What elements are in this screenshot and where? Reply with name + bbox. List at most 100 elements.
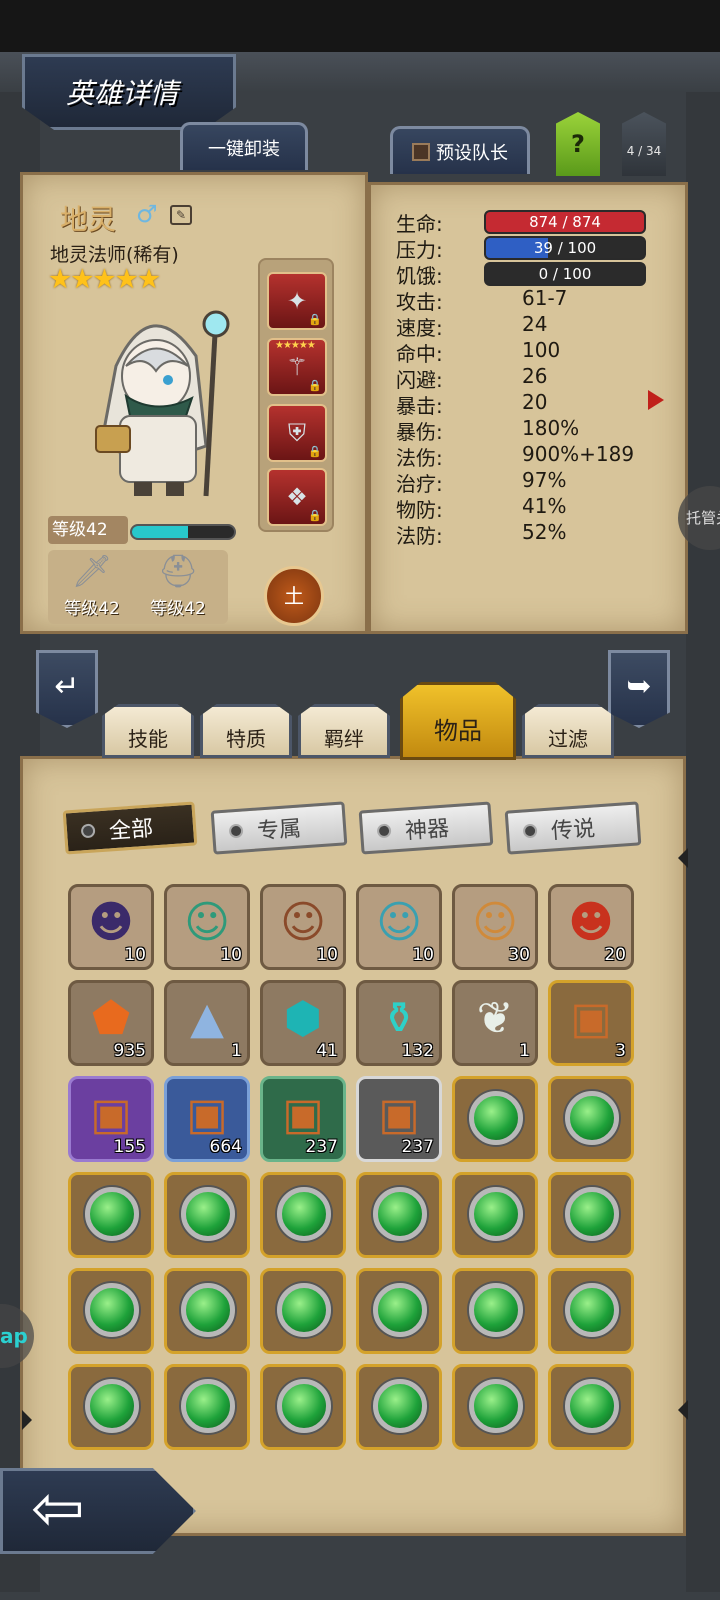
preset-leader-checkbox[interactable] bbox=[412, 142, 430, 161]
item-icon: ⬢ bbox=[283, 993, 323, 1044]
chest-icon: ▣ bbox=[186, 1089, 228, 1140]
inventory-item[interactable]: ⬢ 41 bbox=[260, 980, 346, 1066]
hero-count-button[interactable]: 4 / 34 bbox=[622, 112, 666, 176]
inventory-item[interactable]: ▣ 237 bbox=[260, 1076, 346, 1162]
weapon-gear[interactable]: 🗡 等级42 bbox=[52, 552, 132, 619]
inventory-item[interactable] bbox=[548, 1172, 634, 1258]
hero-portrait-icon: ☻ bbox=[568, 897, 614, 948]
inventory-item[interactable]: ☻ 20 bbox=[548, 884, 634, 970]
inventory-item[interactable] bbox=[260, 1268, 346, 1354]
tab-bonds[interactable]: 羁绊 bbox=[298, 704, 390, 758]
subtab-dot-icon bbox=[522, 823, 538, 839]
inventory-item[interactable]: ☻ 10 bbox=[68, 884, 154, 970]
hero-portrait-icon: ☺ bbox=[280, 897, 326, 948]
subtab-exclusive[interactable]: 专属 bbox=[210, 801, 348, 855]
inventory-item[interactable]: ☺ 10 bbox=[356, 884, 442, 970]
prev-hero-button[interactable]: ↵ bbox=[36, 650, 98, 728]
inventory-item[interactable]: ☺ 10 bbox=[164, 884, 250, 970]
green-gem-icon bbox=[181, 1283, 235, 1337]
inventory-item[interactable] bbox=[356, 1172, 442, 1258]
item-icon: ⚱ bbox=[380, 993, 418, 1044]
inventory-item[interactable]: ▣ 237 bbox=[356, 1076, 442, 1162]
tab-skills[interactable]: 技能 bbox=[102, 704, 194, 758]
tab-traits[interactable]: 特质 bbox=[200, 704, 292, 758]
inventory-item[interactable] bbox=[356, 1364, 442, 1450]
subtab-all[interactable]: 全部 bbox=[62, 801, 198, 855]
green-gem-icon bbox=[565, 1187, 619, 1241]
inventory-item[interactable]: ▣ 155 bbox=[68, 1076, 154, 1162]
help-button[interactable]: ? bbox=[556, 112, 600, 176]
equipment-slots: ✦ 🔒 ★★★★★ ⚚ 🔒 ⛨ 🔒 ❖ 🔒 bbox=[258, 258, 334, 532]
inventory-item[interactable]: ⚱ 132 bbox=[356, 980, 442, 1066]
stat-row: 攻击: 61-7 bbox=[396, 286, 656, 314]
stat-label: 生命: bbox=[396, 212, 443, 236]
equip-slot-1[interactable]: ✦ 🔒 bbox=[267, 272, 327, 330]
tab-items[interactable]: 物品 bbox=[400, 682, 516, 760]
inventory-item[interactable]: ☺ 30 bbox=[452, 884, 538, 970]
page-title: 英雄详情 bbox=[66, 77, 179, 110]
equip-slot-3[interactable]: ⛨ 🔒 bbox=[267, 404, 327, 462]
inventory-item[interactable] bbox=[548, 1268, 634, 1354]
chest-icon: ▣ bbox=[90, 1089, 132, 1140]
green-gem-icon bbox=[373, 1283, 427, 1337]
next-hero-button[interactable]: ➥ bbox=[608, 650, 670, 728]
stat-expand-arrow-icon[interactable] bbox=[648, 390, 664, 410]
inventory-item[interactable] bbox=[164, 1172, 250, 1258]
stat-row: 速度: 24 bbox=[396, 312, 656, 340]
inventory-item[interactable]: ▣ 3 bbox=[548, 980, 634, 1066]
subtab-legend[interactable]: 传说 bbox=[504, 801, 642, 855]
inventory-item[interactable] bbox=[548, 1364, 634, 1450]
inventory-item[interactable] bbox=[452, 1172, 538, 1258]
subtab-artifact[interactable]: 神器 bbox=[358, 801, 494, 855]
stat-hunger: 饥饿: 0 / 100 bbox=[396, 260, 656, 288]
green-gem-icon bbox=[565, 1283, 619, 1337]
equip-slot-4[interactable]: ❖ 🔒 bbox=[267, 468, 327, 526]
inventory-item[interactable] bbox=[260, 1364, 346, 1450]
element-badge[interactable]: 土 bbox=[264, 566, 324, 626]
inventory-item[interactable] bbox=[452, 1268, 538, 1354]
edit-name-icon[interactable]: ✎ bbox=[170, 205, 192, 225]
inventory-item[interactable] bbox=[68, 1364, 154, 1450]
inventory-item[interactable]: ❦ 1 bbox=[452, 980, 538, 1066]
unequip-all-button[interactable]: 一键卸装 bbox=[180, 122, 308, 170]
stat-label: 暴击: bbox=[396, 394, 443, 418]
item-quantity: 10 bbox=[316, 945, 338, 965]
inventory-item[interactable] bbox=[68, 1172, 154, 1258]
item-quantity: 237 bbox=[305, 1137, 338, 1157]
inventory-item[interactable] bbox=[164, 1364, 250, 1450]
armor-gear[interactable]: ⛑ 等级42 bbox=[138, 552, 218, 619]
inventory-item[interactable] bbox=[356, 1268, 442, 1354]
subtab-exclusive-label: 专属 bbox=[256, 816, 303, 845]
inventory-item[interactable] bbox=[68, 1268, 154, 1354]
item-quantity: 237 bbox=[401, 1137, 434, 1157]
hero-portrait-icon: ☺ bbox=[472, 897, 518, 948]
green-gem-icon bbox=[181, 1379, 235, 1433]
inventory-item[interactable] bbox=[260, 1172, 346, 1258]
preset-leader-button[interactable]: 预设队长 bbox=[390, 126, 530, 174]
staff-icon: ⚚ bbox=[286, 353, 308, 381]
inventory-item[interactable]: ☺ 10 bbox=[260, 884, 346, 970]
subtab-all-label: 全部 bbox=[108, 816, 155, 845]
green-gem-icon bbox=[85, 1379, 139, 1433]
panel-notch bbox=[678, 1400, 688, 1420]
hero-portrait-icon: ☺ bbox=[376, 897, 422, 948]
inventory-item[interactable] bbox=[548, 1076, 634, 1162]
stat-row: 暴伤: 180% bbox=[396, 416, 656, 444]
arrow-right-icon: ➥ bbox=[626, 669, 652, 704]
hunger-bar: 0 / 100 bbox=[484, 262, 646, 286]
stat-label: 攻击: bbox=[396, 290, 443, 314]
inventory-item[interactable] bbox=[452, 1076, 538, 1162]
green-gem-icon bbox=[277, 1283, 331, 1337]
green-gem-icon bbox=[277, 1379, 331, 1433]
inventory-item[interactable] bbox=[452, 1364, 538, 1450]
inventory-item[interactable]: ⬟ 935 bbox=[68, 980, 154, 1066]
inventory-item[interactable] bbox=[164, 1268, 250, 1354]
inventory-item[interactable]: ▣ 664 bbox=[164, 1076, 250, 1162]
tab-filter[interactable]: 过滤 bbox=[522, 704, 614, 758]
equip-slot-2[interactable]: ★★★★★ ⚚ 🔒 bbox=[267, 338, 327, 396]
inventory-item[interactable]: ▲ 1 bbox=[164, 980, 250, 1066]
subtab-dot-icon bbox=[376, 823, 392, 839]
stat-row: 物防: 41% bbox=[396, 494, 656, 522]
stat-value: 52% bbox=[522, 520, 567, 544]
lock-icon: 🔒 bbox=[308, 509, 322, 522]
